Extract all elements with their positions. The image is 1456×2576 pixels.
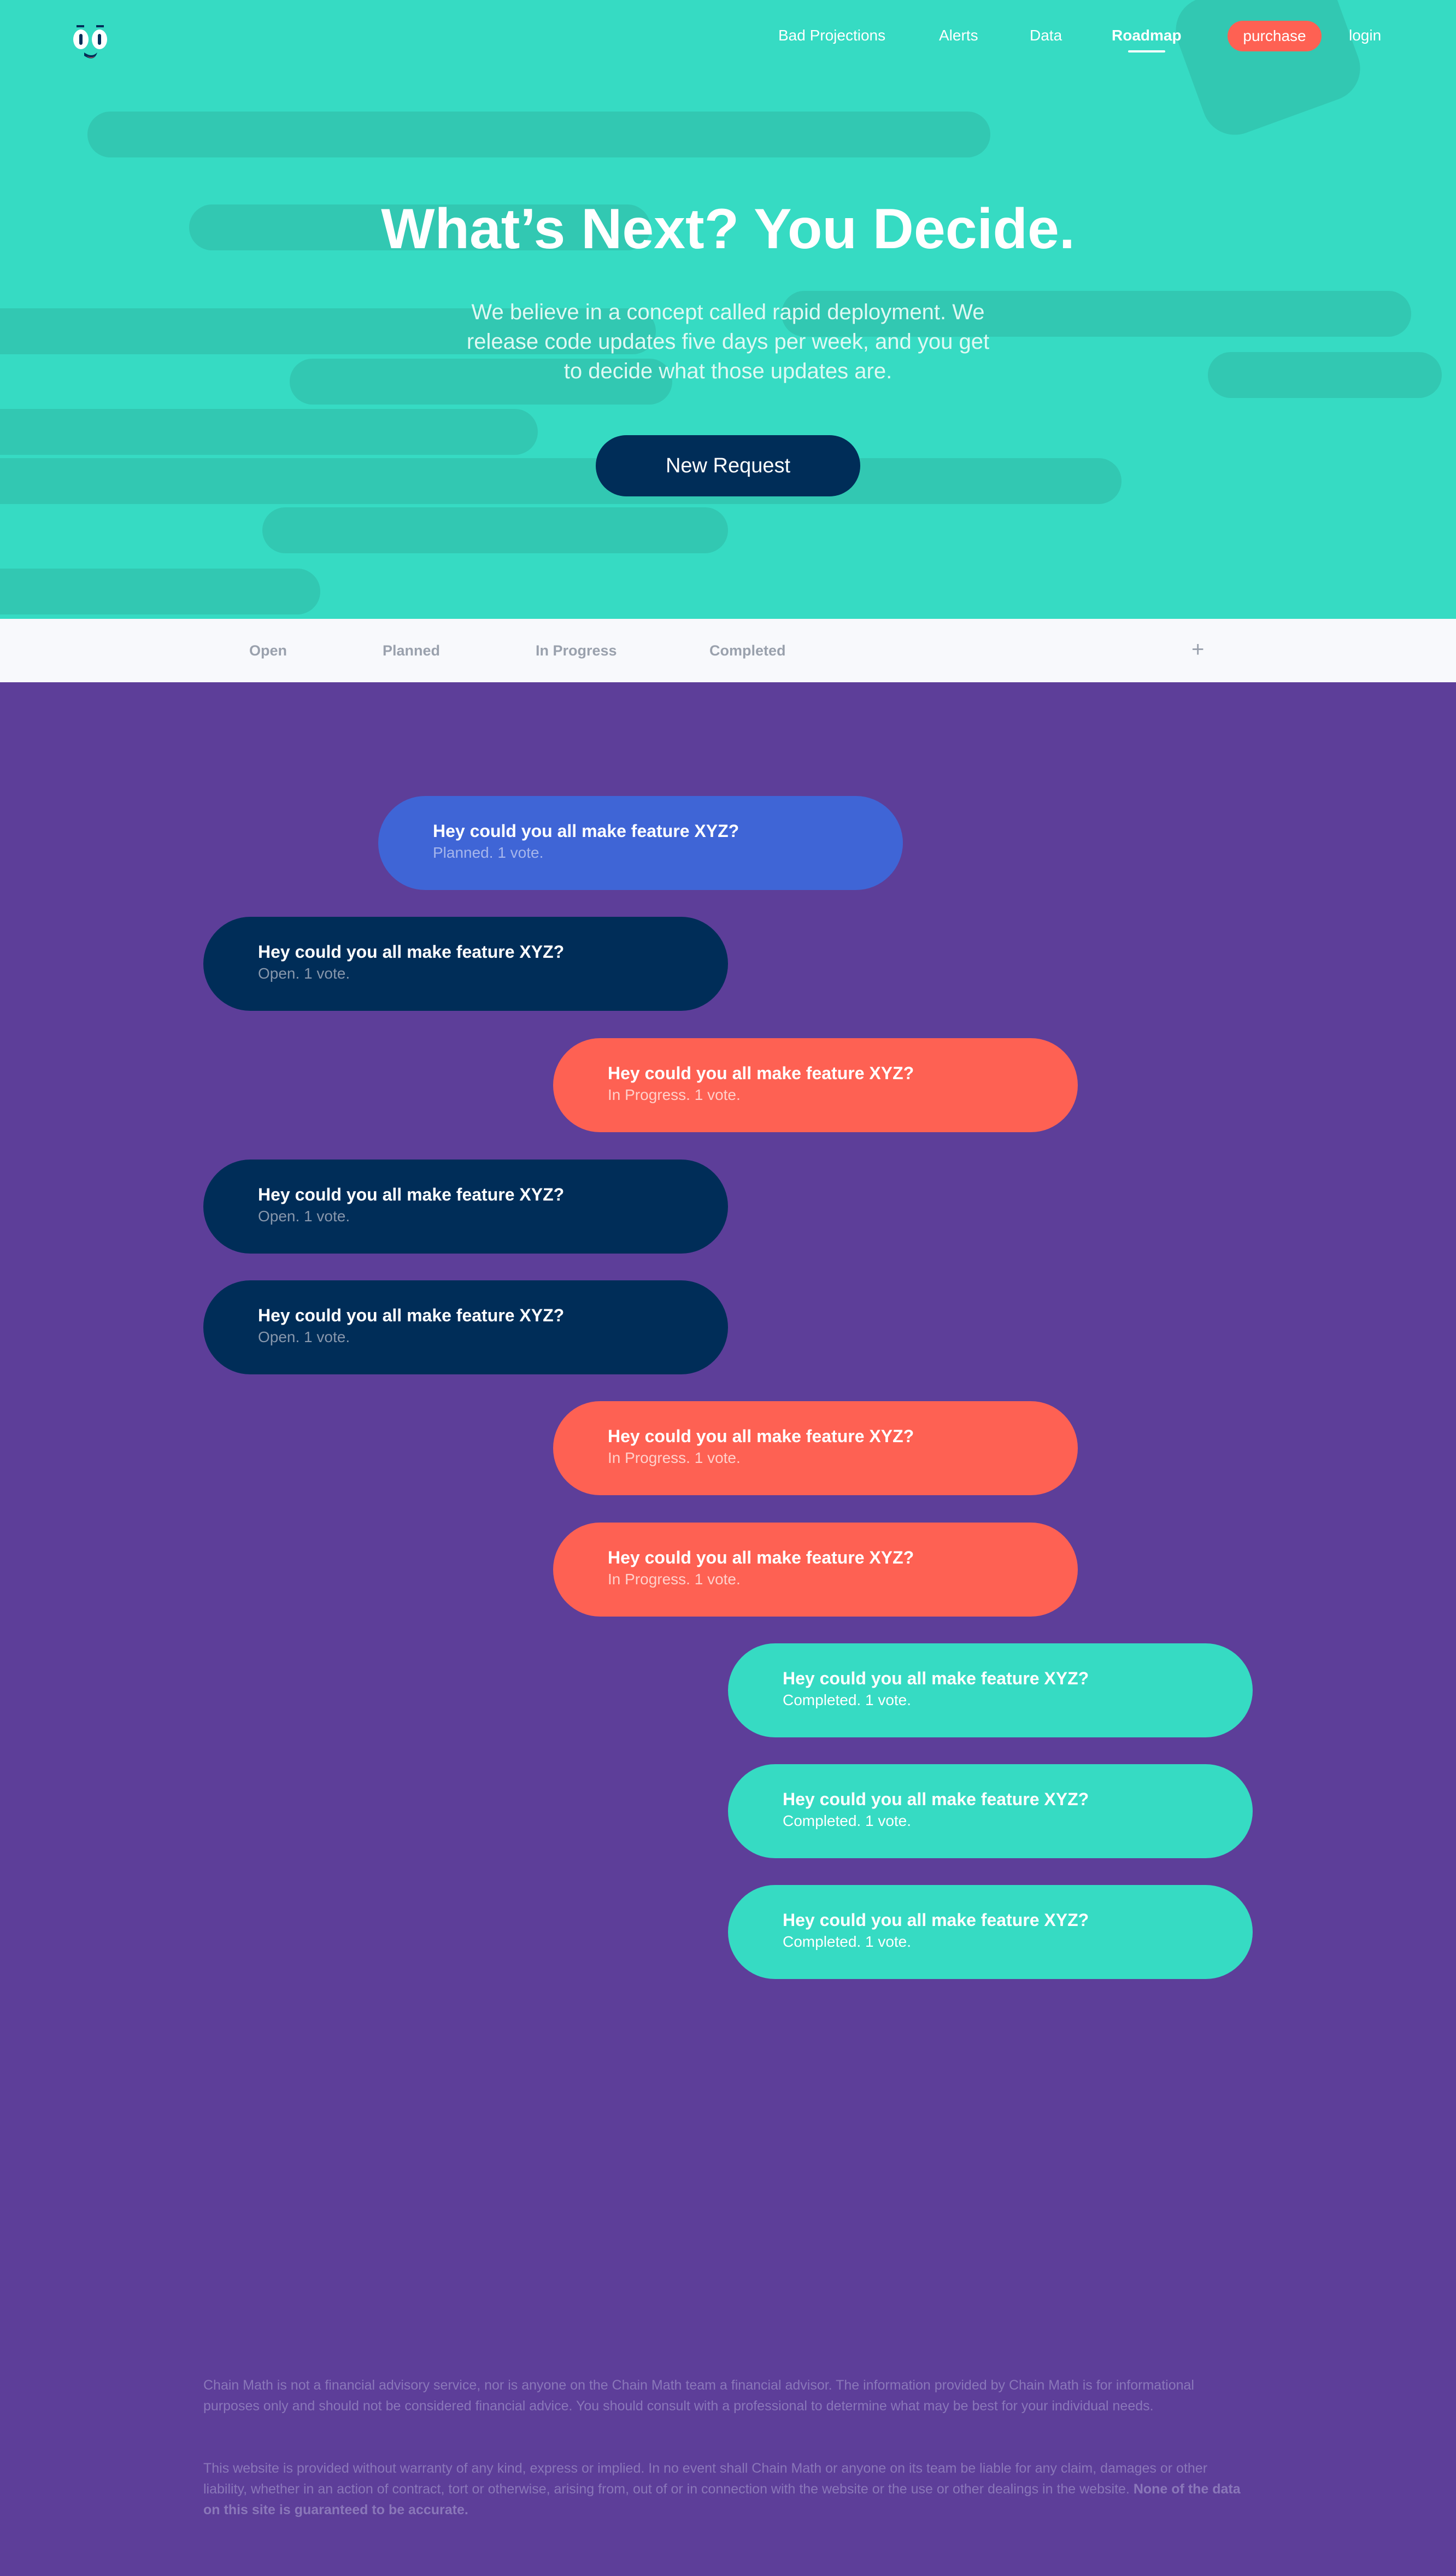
request-meta: Planned. 1 vote. <box>433 844 544 861</box>
page-title: What’s Next? You Decide. <box>381 197 1075 261</box>
tab-in-progress[interactable]: In Progress <box>536 619 617 682</box>
page-subtitle: We believe in a concept called rapid dep… <box>466 300 990 383</box>
add-filter-button[interactable]: + <box>1191 619 1204 682</box>
decorative-pill <box>0 458 1122 504</box>
nav-roadmap[interactable]: Roadmap <box>1112 22 1182 52</box>
disclaimer-paragraph: This website is provided without warrant… <box>203 2458 1253 2520</box>
request-card[interactable]: Hey could you all make feature XYZ? Comp… <box>728 1764 1253 1858</box>
request-title: Hey could you all make feature XYZ? <box>608 1548 914 1567</box>
request-meta: Completed. 1 vote. <box>783 1691 912 1708</box>
decorative-pill <box>0 409 538 455</box>
request-title: Hey could you all make feature XYZ? <box>608 1063 914 1083</box>
request-title: Hey could you all make feature XYZ? <box>258 1185 565 1204</box>
request-card[interactable]: Hey could you all make feature XYZ? Comp… <box>728 1643 1253 1737</box>
request-meta: Open. 1 vote. <box>258 1208 350 1225</box>
request-title: Hey could you all make feature XYZ? <box>258 1305 565 1325</box>
login-link[interactable]: login <box>1349 22 1381 49</box>
request-meta: Open. 1 vote. <box>258 965 350 982</box>
disclaimer-text: This website is provided without warrant… <box>203 2461 1208 2497</box>
filter-tabs: Open Planned In Progress Completed + <box>0 619 1456 682</box>
nav-bad-projections[interactable]: Bad Projections <box>778 22 885 49</box>
decorative-pill <box>87 112 990 157</box>
chain-math-logo[interactable] <box>70 22 114 66</box>
request-card[interactable]: Hey could you all make feature XYZ? In P… <box>553 1523 1078 1617</box>
request-card[interactable]: Hey could you all make feature XYZ? Open… <box>203 1280 728 1374</box>
decorative-pill <box>1208 352 1442 398</box>
request-meta: Open. 1 vote. <box>258 1328 350 1345</box>
request-meta: Completed. 1 vote. <box>783 1933 912 1950</box>
tab-completed[interactable]: Completed <box>709 619 786 682</box>
new-request-button[interactable]: New Request <box>596 435 860 496</box>
hero-section: Bad Projections Alerts Data Roadmap logi… <box>0 0 1456 619</box>
tab-planned[interactable]: Planned <box>383 619 440 682</box>
request-meta: In Progress. 1 vote. <box>608 1571 741 1588</box>
disclaimer-paragraph: Chain Math is not a financial advisory s… <box>203 2375 1253 2416</box>
request-card[interactable]: Hey could you all make feature XYZ? Open… <box>203 917 728 1011</box>
request-title: Hey could you all make feature XYZ? <box>783 1910 1089 1930</box>
decorative-pill <box>262 507 728 553</box>
nav-data[interactable]: Data <box>1030 22 1062 49</box>
disclaimer-text: Chain Math is not a financial advisory s… <box>203 2378 1194 2414</box>
request-card[interactable]: Hey could you all make feature XYZ? In P… <box>553 1401 1078 1495</box>
request-title: Hey could you all make feature XYZ? <box>433 821 739 841</box>
request-title: Hey could you all make feature XYZ? <box>608 1426 914 1446</box>
decorative-pill <box>0 569 320 614</box>
request-title: Hey could you all make feature XYZ? <box>258 942 565 962</box>
request-meta: In Progress. 1 vote. <box>608 1086 741 1103</box>
request-card[interactable]: Hey could you all make feature XYZ? Comp… <box>728 1885 1253 1979</box>
purchase-button[interactable]: purchase <box>1228 21 1322 51</box>
request-title: Hey could you all make feature XYZ? <box>783 1668 1089 1688</box>
request-card[interactable]: Hey could you all make feature XYZ? Plan… <box>378 796 903 890</box>
request-meta: Completed. 1 vote. <box>783 1812 912 1829</box>
request-card[interactable]: Hey could you all make feature XYZ? In P… <box>553 1038 1078 1132</box>
request-card[interactable]: Hey could you all make feature XYZ? Open… <box>203 1160 728 1254</box>
tab-open[interactable]: Open <box>249 619 287 682</box>
request-title: Hey could you all make feature XYZ? <box>783 1789 1089 1809</box>
request-meta: In Progress. 1 vote. <box>608 1449 741 1466</box>
nav-alerts[interactable]: Alerts <box>939 22 978 49</box>
